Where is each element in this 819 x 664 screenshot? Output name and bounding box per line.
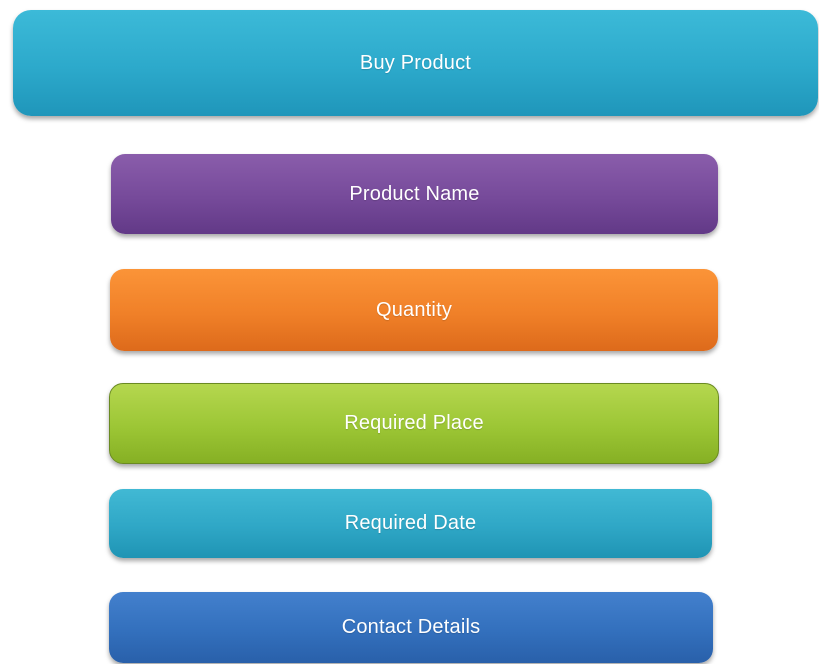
- required-place-label: Required Place: [344, 412, 484, 434]
- contact-details-box: Contact Details: [109, 592, 713, 663]
- quantity-label: Quantity: [375, 298, 453, 321]
- contact-details-label: Contact Details: [341, 616, 481, 638]
- required-place-box: Required Place: [109, 383, 719, 464]
- buy-product-label: Buy Product: [359, 51, 472, 74]
- required-date-label: Required Date: [344, 512, 477, 534]
- quantity-box: Quantity: [110, 269, 718, 351]
- product-name-label: Product Name: [349, 182, 480, 205]
- buy-product-box: Buy Product: [13, 10, 818, 116]
- product-name-box: Product Name: [111, 154, 718, 234]
- required-date-box: Required Date: [109, 489, 712, 558]
